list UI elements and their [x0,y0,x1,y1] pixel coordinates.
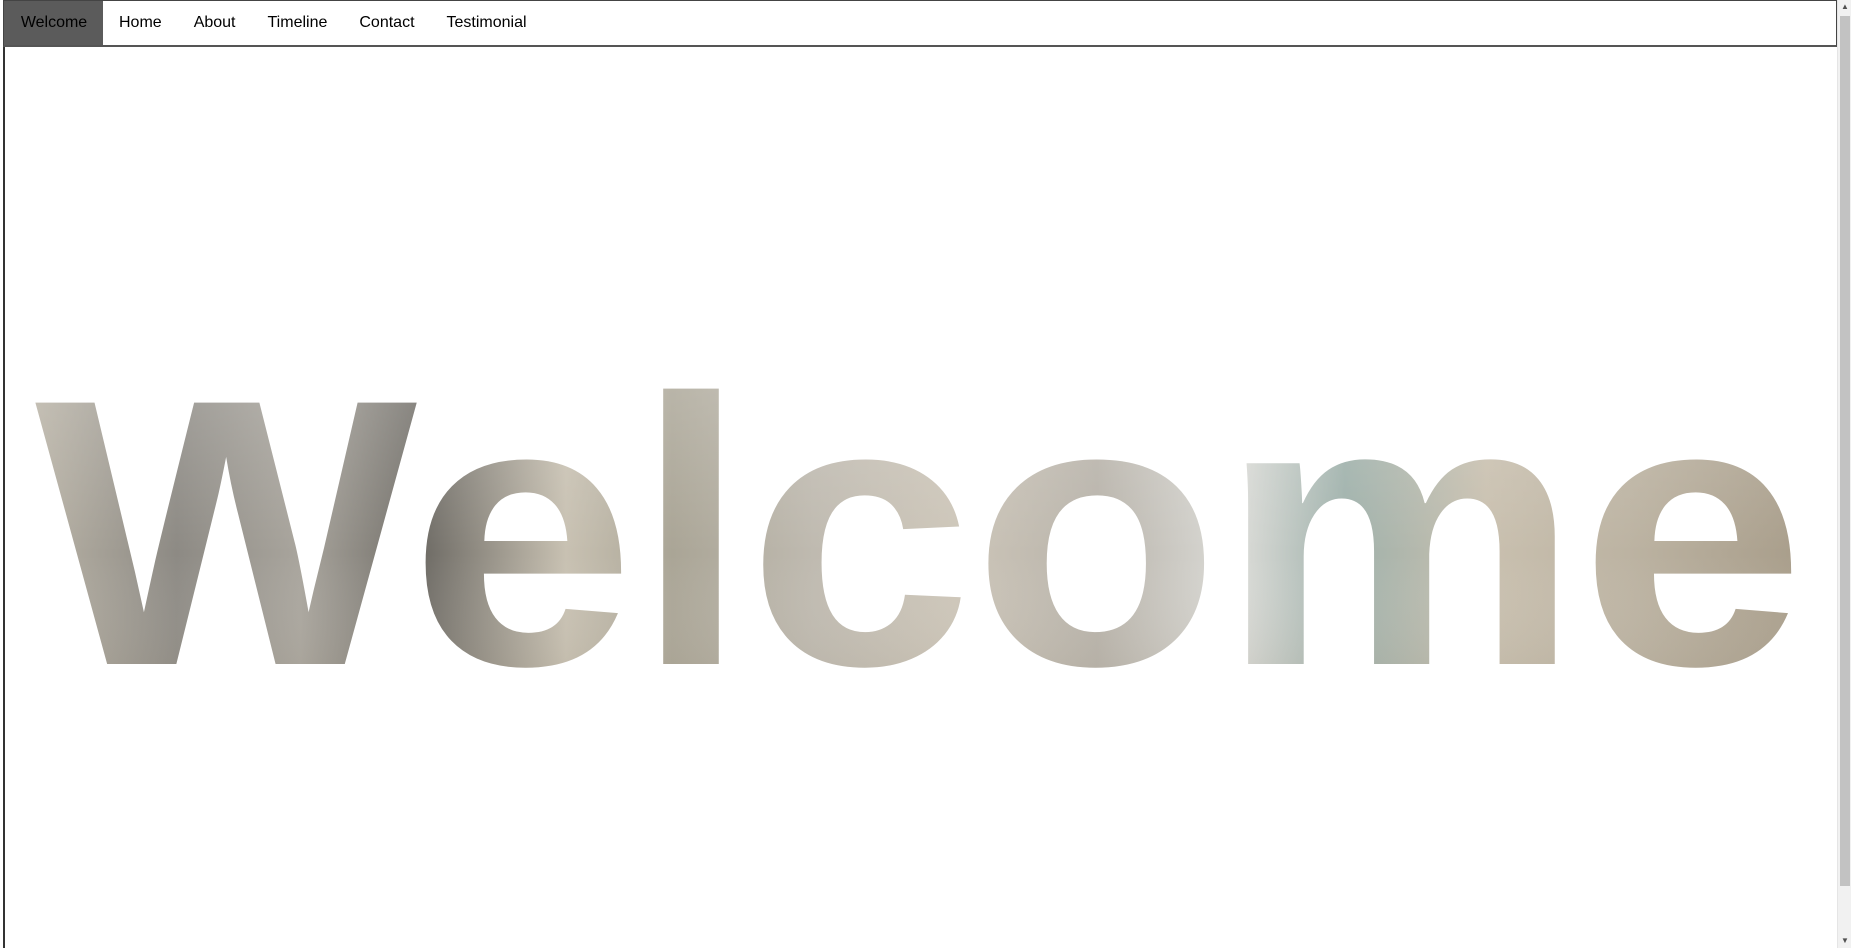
nav-item-about[interactable]: About [178,1,252,45]
hero-section: Welcome Welcome [5,47,1836,948]
nav-item-home[interactable]: Home [103,1,178,45]
vertical-scrollbar[interactable]: ▲ ▼ [1837,0,1851,948]
hero-title-graphic: Welcome Welcome [35,320,1805,745]
top-navbar: Welcome Home About Timeline Contact Test… [3,0,1837,47]
triangle-down-icon[interactable]: ▼ [1838,934,1851,948]
nav-item-contact[interactable]: Contact [343,1,430,45]
nav-item-testimonial[interactable]: Testimonial [431,1,543,45]
triangle-up-icon[interactable]: ▲ [1838,0,1851,14]
scrollbar-thumb[interactable] [1840,16,1850,886]
hero-title-shading: Welcome [35,320,1805,745]
nav-item-timeline[interactable]: Timeline [252,1,344,45]
nav-item-welcome[interactable]: Welcome [4,1,103,45]
